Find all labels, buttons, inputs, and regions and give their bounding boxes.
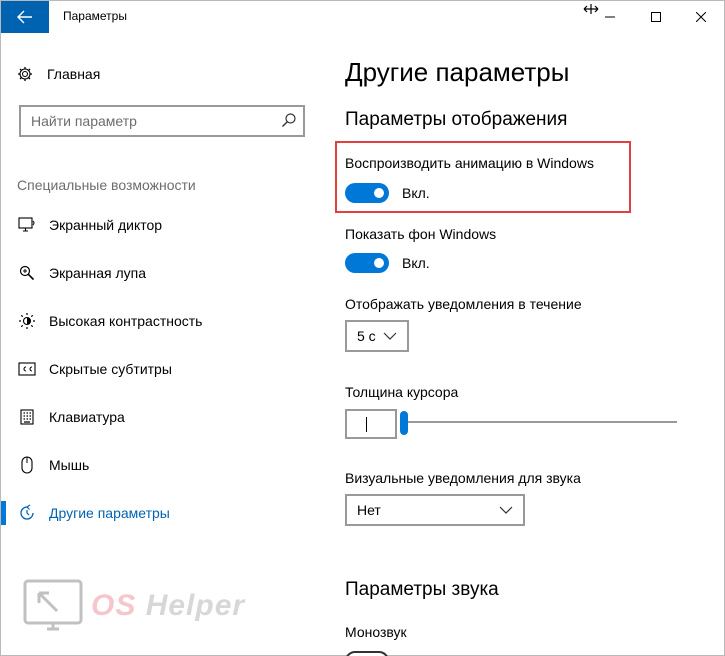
settings-window: Параметры Главная Найти параметр Специал… (0, 0, 725, 656)
chevron-down-icon (499, 506, 513, 514)
section-label: Специальные возможности (17, 177, 196, 193)
gear-icon (18, 67, 32, 81)
sidebar-item-keyboard[interactable]: Клавиатура (1, 397, 327, 437)
sidebar-item-label: Экранный диктор (49, 217, 163, 233)
minimize-icon (605, 16, 615, 18)
home-label: Главная (47, 66, 101, 82)
maximize-button[interactable] (633, 1, 679, 33)
sidebar: Главная Специальные возможности Экранный… (1, 33, 327, 656)
background-toggle[interactable] (345, 253, 389, 273)
keyboard-icon (17, 407, 37, 427)
notifications-value: 5 с (357, 328, 376, 344)
cursor-slider-thumb[interactable] (399, 411, 408, 435)
toggle-knob (374, 258, 384, 268)
sidebar-item-other-options[interactable]: Другие параметры (1, 493, 327, 533)
sidebar-item-label: Скрытые субтитры (49, 361, 172, 377)
back-button[interactable] (1, 1, 49, 33)
sidebar-item-label: Экранная лупа (49, 265, 147, 281)
sidebar-item-label: Высокая контрастность (49, 313, 203, 329)
animation-label: Воспроизводить анимацию в Windows (345, 155, 594, 171)
background-state: Вкл. (402, 255, 430, 271)
main-content: Другие параметры Параметры отображения В… (345, 33, 705, 656)
notifications-label: Отображать уведомления в течение (345, 296, 582, 312)
watermark-text: OS Helper (91, 589, 246, 622)
chevron-down-icon (383, 332, 397, 340)
visual-notif-value: Нет (357, 502, 381, 518)
maximize-icon (651, 12, 661, 22)
mono-toggle[interactable] (345, 651, 389, 656)
mouse-icon (17, 455, 37, 475)
magnifier-icon (17, 263, 37, 283)
sidebar-item-closed-captions[interactable]: Скрытые субтитры (1, 349, 327, 389)
title-bar: Параметры (1, 1, 724, 33)
window-title: Параметры (63, 9, 127, 23)
cursor-preview (345, 409, 397, 439)
visual-notif-label: Визуальные уведомления для звука (345, 470, 581, 486)
animation-toggle[interactable] (345, 183, 389, 203)
search-icon[interactable] (281, 112, 297, 128)
cursor-slider-track[interactable] (401, 421, 677, 423)
watermark-logo: OS Helper (21, 577, 291, 637)
high-contrast-icon (17, 311, 37, 331)
other-options-icon (17, 503, 37, 523)
toggle-knob (374, 188, 384, 198)
close-icon (696, 12, 706, 22)
sidebar-item-narrator[interactable]: Экранный диктор (1, 205, 327, 245)
search-box[interactable] (19, 105, 305, 137)
display-section-title: Параметры отображения (345, 109, 568, 130)
animation-state: Вкл. (402, 185, 430, 201)
sound-section-title: Параметры звука (345, 579, 499, 600)
cursor-label: Толщина курсора (345, 384, 459, 400)
notifications-dropdown[interactable]: 5 с (345, 320, 409, 352)
mono-label: Монозвук (345, 624, 407, 640)
watermark-monitor-icon (23, 579, 83, 631)
sidebar-item-label: Клавиатура (49, 409, 125, 425)
back-arrow-icon (17, 10, 32, 24)
sidebar-item-magnifier[interactable]: Экранная лупа (1, 253, 327, 293)
sidebar-item-mouse[interactable]: Мышь (1, 445, 327, 485)
page-title: Другие параметры (345, 57, 570, 87)
search-input[interactable] (21, 107, 261, 135)
close-button[interactable] (678, 1, 724, 33)
cursor-bar (366, 417, 367, 432)
sidebar-item-label: Мышь (49, 457, 90, 473)
closed-captions-icon (17, 359, 37, 379)
home-link[interactable]: Главная (17, 63, 100, 85)
sidebar-item-label: Другие параметры (49, 505, 170, 521)
visual-notif-dropdown[interactable]: Нет (345, 494, 525, 526)
narrator-icon (17, 215, 37, 235)
sidebar-item-high-contrast[interactable]: Высокая контрастность (1, 301, 327, 341)
minimize-button[interactable] (587, 1, 633, 33)
background-label: Показать фон Windows (345, 226, 497, 242)
